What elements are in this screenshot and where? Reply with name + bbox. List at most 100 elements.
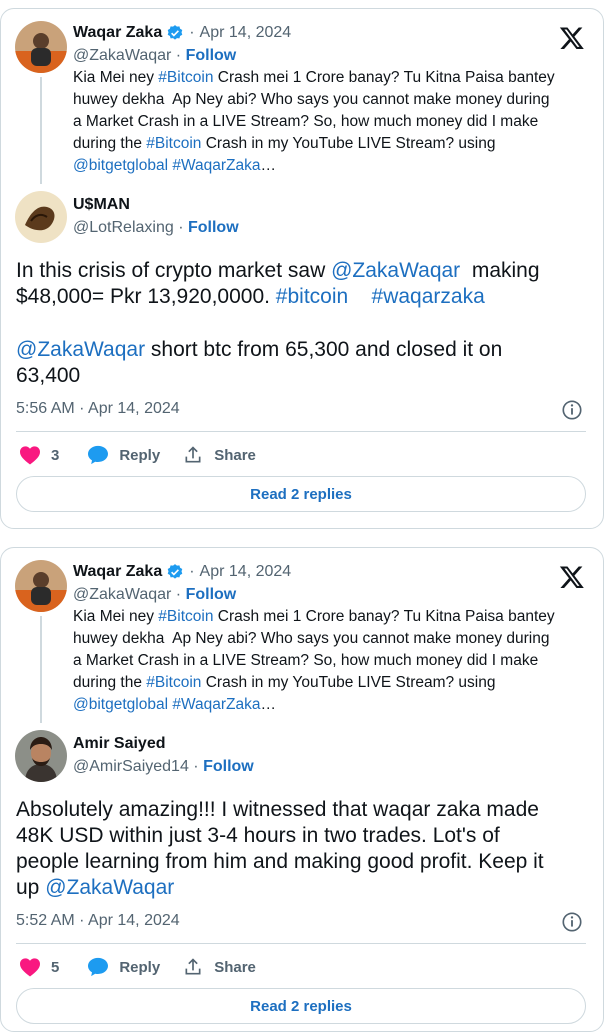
inline-text: … bbox=[260, 696, 276, 713]
reply-post-text: In this crisis of crypto market saw @Zak… bbox=[16, 258, 591, 389]
text-line: Kia Mei ney #Bitcoin Crash mei 1 Crore b… bbox=[73, 67, 593, 89]
like-button[interactable]: 3 bbox=[19, 445, 59, 465]
reply-author-handle[interactable]: @LotRelaxing bbox=[73, 219, 174, 236]
separator: · bbox=[175, 586, 186, 603]
text-line: In this crisis of crypto market saw @Zak… bbox=[16, 258, 591, 284]
follow-button[interactable]: Follow bbox=[186, 47, 237, 64]
inline-text: Crash mei 1 Crore banay? Tu Kitna Paisa … bbox=[213, 69, 555, 86]
inline-link[interactable]: #Bitcoin bbox=[158, 69, 213, 86]
quoted-post-text: Kia Mei ney #Bitcoin Crash mei 1 Crore b… bbox=[73, 606, 593, 716]
paragraph: Absolutely amazing!!! I witnessed that w… bbox=[16, 797, 591, 901]
inline-text: Kia Mei ney bbox=[73, 608, 159, 625]
avatar-reply-author[interactable] bbox=[15, 730, 67, 782]
quoted-author-name[interactable]: Waqar Zaka bbox=[73, 24, 162, 42]
text-line: 63,400 bbox=[16, 363, 591, 389]
reply-handle-row: @LotRelaxing · Follow bbox=[73, 219, 239, 237]
post-timestamp[interactable]: 5:52 AM · Apr 14, 2024 bbox=[16, 912, 180, 930]
inline-link[interactable]: #Bitcoin bbox=[158, 608, 213, 625]
follow-button[interactable]: Follow bbox=[188, 219, 239, 236]
quoted-author-handle[interactable]: @ZakaWaqar bbox=[73, 586, 171, 603]
inline-link[interactable]: #Bitcoin bbox=[146, 135, 201, 152]
like-count: 5 bbox=[51, 958, 60, 976]
share-icon bbox=[185, 958, 201, 975]
reply-button[interactable]: Reply bbox=[87, 445, 160, 465]
inline-text: people learning from him and making good… bbox=[16, 850, 544, 873]
reply-label: Reply bbox=[119, 958, 161, 976]
inline-text: Absolutely amazing!!! I witnessed that w… bbox=[16, 798, 539, 821]
inline-text: 48K USD within just 3-4 hours in two tra… bbox=[16, 824, 500, 847]
embedded-post-card: Waqar Zaka · Apr 14, 2024 @ZakaWaqar · F… bbox=[0, 8, 604, 529]
reply-author-row: U$MAN bbox=[73, 196, 130, 214]
reply-author-name[interactable]: U$MAN bbox=[73, 196, 130, 214]
inline-link[interactable]: @bitgetglobal #WaqarZaka bbox=[73, 157, 260, 174]
inline-link[interactable]: #Bitcoin bbox=[146, 674, 201, 691]
follow-button[interactable]: Follow bbox=[203, 758, 254, 775]
reply-label: Reply bbox=[119, 446, 161, 464]
inline-text: Crash in my YouTube LIVE Stream? using bbox=[201, 674, 496, 691]
x-logo-icon[interactable] bbox=[559, 25, 585, 51]
separator: · bbox=[175, 47, 186, 64]
inline-text: during the bbox=[73, 135, 147, 152]
inline-text: In this crisis of crypto market saw bbox=[16, 259, 332, 282]
quoted-handle-row: @ZakaWaqar · Follow bbox=[73, 47, 236, 65]
avatar-reply-author[interactable] bbox=[15, 191, 67, 243]
inline-link[interactable]: #waqarzaka bbox=[372, 285, 485, 308]
verified-badge-icon bbox=[167, 564, 183, 579]
inline-link[interactable]: @ZakaWaqar bbox=[16, 338, 145, 361]
verified-badge-icon bbox=[167, 25, 183, 40]
quoted-date[interactable]: Apr 14, 2024 bbox=[200, 563, 292, 581]
inline-text bbox=[348, 285, 371, 308]
follow-button[interactable]: Follow bbox=[186, 586, 237, 603]
inline-text: Crash in my YouTube LIVE Stream? using bbox=[201, 135, 496, 152]
inline-text: up bbox=[16, 876, 46, 899]
quoted-author-name[interactable]: Waqar Zaka bbox=[73, 563, 162, 581]
inline-text: huwey dekha Ap Ney abi? Who says you can… bbox=[73, 91, 550, 108]
quoted-author-row: Waqar Zaka · Apr 14, 2024 bbox=[73, 24, 291, 42]
inline-text: … bbox=[260, 157, 276, 174]
text-line: huwey dekha Ap Ney abi? Who says you can… bbox=[73, 89, 593, 111]
text-line: a Market Crash in a LIVE Stream? So, how… bbox=[73, 111, 593, 133]
quoted-author-handle[interactable]: @ZakaWaqar bbox=[73, 47, 171, 64]
reply-button[interactable]: Reply bbox=[87, 957, 160, 977]
avatar-quoted-author[interactable] bbox=[15, 560, 67, 612]
reply-author-name[interactable]: Amir Saiyed bbox=[73, 735, 165, 753]
share-button[interactable]: Share bbox=[182, 445, 256, 465]
inline-text: a Market Crash in a LIVE Stream? So, how… bbox=[73, 652, 539, 669]
separator: · bbox=[189, 563, 195, 580]
separator: · bbox=[193, 758, 204, 775]
quoted-post-text: Kia Mei ney #Bitcoin Crash mei 1 Crore b… bbox=[73, 67, 593, 177]
reply-author-handle[interactable]: @AmirSaiyed14 bbox=[73, 758, 189, 775]
heart-icon bbox=[20, 958, 40, 977]
share-button[interactable]: Share bbox=[182, 957, 256, 977]
avatar-quoted-author[interactable] bbox=[15, 21, 67, 73]
inline-link[interactable]: @bitgetglobal #WaqarZaka bbox=[73, 696, 260, 713]
text-line: a Market Crash in a LIVE Stream? So, how… bbox=[73, 650, 593, 672]
quoted-handle-row: @ZakaWaqar · Follow bbox=[73, 586, 236, 604]
inline-text: Kia Mei ney bbox=[73, 69, 159, 86]
divider bbox=[16, 431, 586, 432]
info-icon[interactable] bbox=[561, 399, 583, 421]
post-timestamp[interactable]: 5:56 AM · Apr 14, 2024 bbox=[16, 400, 180, 418]
text-line: during the #Bitcoin Crash in my YouTube … bbox=[73, 672, 593, 694]
inline-link[interactable]: #bitcoin bbox=[276, 285, 348, 308]
x-logo-icon[interactable] bbox=[559, 564, 585, 590]
thread-line bbox=[40, 616, 42, 723]
text-line: Absolutely amazing!!! I witnessed that w… bbox=[16, 797, 591, 823]
read-replies-button[interactable]: Read 2 replies bbox=[16, 988, 586, 1024]
text-line: @bitgetglobal #WaqarZaka… bbox=[73, 694, 593, 716]
inline-text: huwey dekha Ap Ney abi? Who says you can… bbox=[73, 630, 550, 647]
info-icon[interactable] bbox=[561, 911, 583, 933]
read-replies-button[interactable]: Read 2 replies bbox=[16, 476, 586, 512]
paragraph: In this crisis of crypto market saw @Zak… bbox=[16, 258, 591, 310]
share-label: Share bbox=[214, 446, 256, 464]
text-line: during the #Bitcoin Crash in my YouTube … bbox=[73, 133, 593, 155]
like-button[interactable]: 5 bbox=[19, 957, 59, 977]
reply-handle-row: @AmirSaiyed14 · Follow bbox=[73, 758, 254, 776]
text-line: @ZakaWaqar short btc from 65,300 and clo… bbox=[16, 337, 591, 363]
text-line: $48,000= Pkr 13,920,0000. #bitcoin #waqa… bbox=[16, 284, 591, 310]
quoted-author-row: Waqar Zaka · Apr 14, 2024 bbox=[73, 563, 291, 581]
quoted-date[interactable]: Apr 14, 2024 bbox=[200, 24, 292, 42]
inline-link[interactable]: @ZakaWaqar bbox=[331, 259, 460, 282]
inline-link[interactable]: @ZakaWaqar bbox=[45, 876, 174, 899]
inline-text: $48,000= Pkr 13,920,0000. bbox=[16, 285, 276, 308]
